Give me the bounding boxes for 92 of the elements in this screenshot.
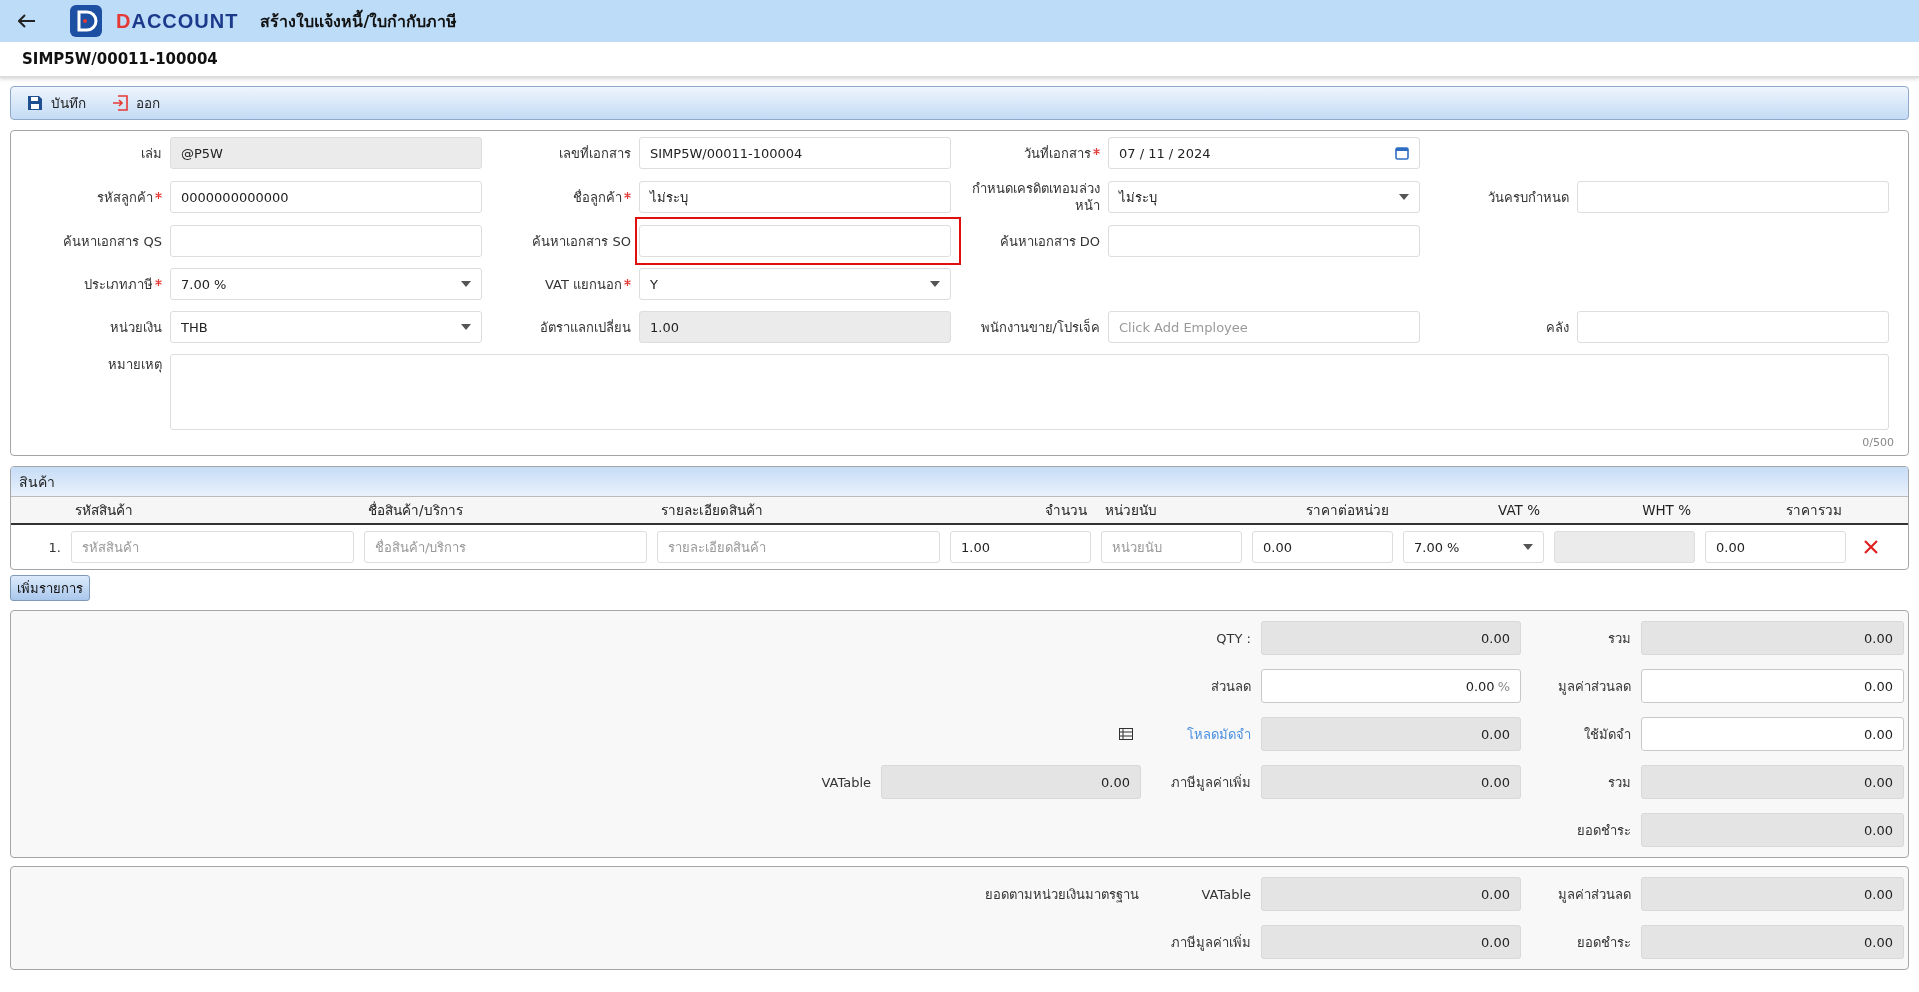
select-field[interactable]: THB: [170, 311, 482, 343]
field-label: ประเภทภาษี: [84, 275, 153, 293]
input-field[interactable]: 0.00: [1641, 669, 1904, 703]
readonly-field[interactable]: 0.00: [1261, 877, 1521, 911]
column-header: ราคาต่อหน่วย: [1305, 502, 1390, 518]
logo-text: DACCOUNT: [116, 9, 239, 33]
logo-icon: [70, 5, 102, 37]
field-label: กำหนดเครดิตเทอมล่วงหน้า: [971, 180, 1100, 214]
input-field[interactable]: 0000000000000: [170, 181, 482, 213]
readonly-field[interactable]: 0.00: [1641, 925, 1904, 959]
readonly-field[interactable]: 0.00: [1641, 813, 1904, 847]
caret-icon: [1399, 194, 1409, 200]
field-label: รวม: [1608, 629, 1631, 648]
input-field[interactable]: [1577, 311, 1889, 343]
column-header: รายละเอียดสินค้า: [660, 502, 764, 518]
readonly-field[interactable]: 0.00: [1261, 925, 1521, 959]
delete-icon[interactable]: [1864, 540, 1878, 554]
select-field[interactable]: Y: [639, 268, 951, 300]
readonly-field[interactable]: 0.00: [881, 765, 1141, 799]
field-label: รหัสลูกค้า: [97, 188, 153, 206]
readonly-field[interactable]: 0.00: [1641, 877, 1904, 911]
input-field[interactable]: SIMP5W/00011-100004: [639, 137, 951, 169]
field-label: วันครบกำหนด: [1488, 188, 1569, 206]
section-caption: ยอดตามหน่วยเงินมาตรฐาน: [985, 886, 1139, 902]
input-field[interactable]: [1577, 181, 1889, 213]
readonly-field[interactable]: 0.00: [1261, 765, 1521, 799]
column-header: ราคารวม: [1785, 502, 1843, 518]
input-field[interactable]: 0.00: [1252, 531, 1393, 563]
page-title: สร้างใบแจ้งหนี้/ใบกำกับภาษี: [260, 8, 458, 33]
field-label: ยอดชำระ: [1577, 933, 1631, 952]
field-label: หน่วยเงิน: [110, 318, 162, 336]
field-label: VATable: [821, 774, 871, 790]
field-label: พนักงานขาย/โปรเจ็ค: [980, 318, 1100, 336]
select-field[interactable]: 7.00 %: [1403, 531, 1544, 563]
column-header: WHT %: [1641, 502, 1692, 518]
readonly-field[interactable]: 0.00: [1641, 621, 1904, 655]
field-label: ภาษีมูลค่าเพิ่ม: [1171, 773, 1251, 793]
field-label: VATable: [1201, 886, 1251, 902]
select-field[interactable]: 7.00 %: [170, 268, 482, 300]
exit-icon: [112, 95, 128, 111]
caret-icon: [1523, 544, 1533, 550]
date-field[interactable]: 07 / 11 / 2024: [1108, 137, 1420, 169]
select-field[interactable]: ไม่ระบุ: [1108, 181, 1420, 213]
caret-icon: [461, 324, 471, 330]
input-field[interactable]: 0.00: [1705, 531, 1846, 563]
caret-icon: [461, 281, 471, 287]
save-button[interactable]: บันทึก: [21, 88, 92, 118]
readonly-field[interactable]: 0.00: [1261, 717, 1521, 751]
field-label: รวม: [1608, 773, 1631, 792]
back-arrow-icon[interactable]: [18, 14, 36, 28]
panel-title: สินค้า: [19, 472, 55, 492]
field-label: ชื่อลูกค้า: [573, 188, 622, 206]
caret-icon: [930, 281, 940, 287]
calendar-icon[interactable]: [1395, 146, 1409, 160]
column-header: VAT %: [1497, 502, 1541, 518]
input-field[interactable]: [1108, 225, 1420, 257]
field-label: ภาษีมูลค่าเพิ่ม: [1171, 933, 1251, 953]
field-label: คลัง: [1546, 318, 1569, 336]
field-label: ส่วนลด: [1211, 677, 1251, 696]
column-header: ชื่อสินค้า/บริการ: [367, 502, 464, 518]
input-field[interactable]: 0.00: [1641, 717, 1904, 751]
field-label: ยอดชำระ: [1577, 821, 1631, 840]
remarks-field[interactable]: [170, 354, 1889, 430]
field-label: วันที่เอกสาร: [1024, 144, 1091, 162]
field-label: ค้นหาเอกสาร SO: [532, 232, 631, 250]
list-icon[interactable]: [1119, 728, 1133, 740]
column-header: หน่วยนับ: [1104, 502, 1158, 518]
field-label: QTY :: [1216, 630, 1251, 646]
row-number: 1.: [48, 539, 61, 555]
exit-button[interactable]: ออก: [106, 88, 166, 118]
field-label: หมายเหตุ: [108, 356, 162, 373]
add-item-button[interactable]: เพิ่มรายการ: [10, 575, 90, 601]
field-label: อัตราแลกเปลี่ยน: [540, 318, 631, 336]
readonly-field[interactable]: 0.00: [1641, 765, 1904, 799]
field-label: เล่ม: [141, 144, 162, 162]
column-header: จำนวน: [1044, 502, 1088, 518]
field-label: VAT แยกนอก: [544, 275, 622, 293]
field-label: ใช้มัดจำ: [1584, 725, 1631, 744]
character-counter: 0/500: [1861, 436, 1894, 449]
column-header: รหัสสินค้า: [74, 502, 134, 518]
readonly-field[interactable]: 0.00: [1261, 621, 1521, 655]
input-field[interactable]: ไม่ระบุ: [639, 181, 951, 213]
field-label: เลขที่เอกสาร: [559, 144, 631, 162]
input-field[interactable]: [170, 225, 482, 257]
document-number: SIMP5W/00011-100004: [22, 50, 218, 68]
field-label: มูลค่าส่วนลด: [1558, 677, 1631, 697]
field-label: มูลค่าส่วนลด: [1558, 885, 1631, 905]
field-label: ค้นหาเอกสาร QS: [63, 232, 162, 250]
field-label: ค้นหาเอกสาร DO: [999, 232, 1100, 250]
input-field[interactable]: 0.00 %: [1261, 669, 1521, 703]
input-field[interactable]: 1.00: [950, 531, 1091, 563]
input-field[interactable]: [639, 225, 951, 257]
